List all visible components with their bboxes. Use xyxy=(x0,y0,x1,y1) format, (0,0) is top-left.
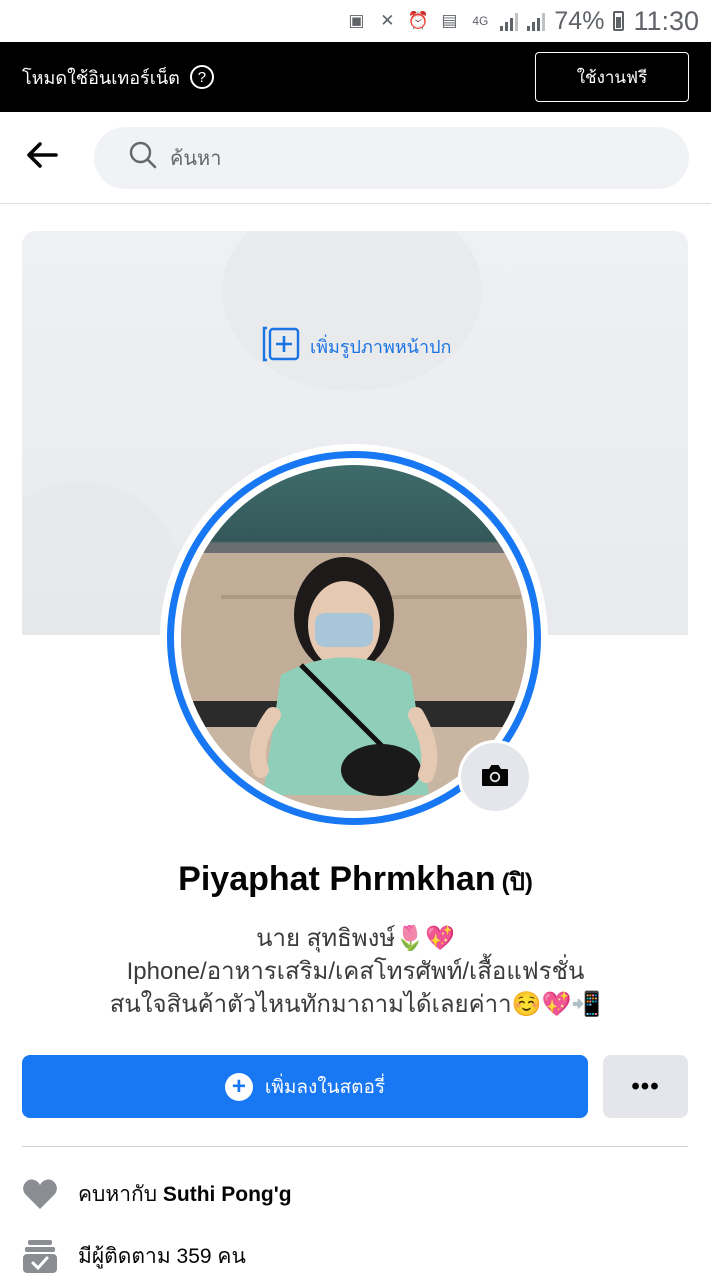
profile-alternate-name: (ปิ) xyxy=(501,869,533,896)
add-photo-icon xyxy=(260,324,302,369)
bio-line: นาย สุทธิพงษ์🌷💖 xyxy=(256,925,455,952)
add-to-story-label: เพิ่มลงในสตอรี่ xyxy=(264,1076,386,1098)
bio-line: Iphone/อาหารเสริม/เคสโทรศัพท์/เสื้อแฟรชั… xyxy=(126,958,585,985)
signal-2-icon xyxy=(527,11,546,31)
relationship-text: คบหากับ Suthi Pong'g xyxy=(78,1178,292,1211)
battery-saver-icon: ▣ xyxy=(348,11,365,30)
clock: 11:30 xyxy=(633,5,699,36)
relationship-row[interactable]: คบหากับ Suthi Pong'g xyxy=(22,1176,292,1212)
relationship-partner[interactable]: Suthi Pong'g xyxy=(163,1183,292,1206)
free-mode-info: โหมดใช้อินเทอร์เน็ต ? xyxy=(22,63,214,92)
heart-icon xyxy=(22,1176,58,1212)
add-cover-label: เพิ่มรูปภาพหน้าปก xyxy=(310,337,452,357)
search-input[interactable]: ค้นหา xyxy=(94,126,689,189)
profile-name-row: Piyaphat Phrmkhan (ปิ) xyxy=(0,860,711,901)
bio-line: สนใจสินค้าตัวไหนทักมาถามได้เลยค่าา☺️💖📲 xyxy=(109,991,602,1018)
followers-icon xyxy=(22,1238,58,1274)
use-free-button[interactable]: ใช้งานฟรี xyxy=(535,52,689,102)
section-divider xyxy=(22,1146,688,1147)
profile-bio: นาย สุทธิพงษ์🌷💖 Iphone/อาหารเสริม/เคสโทร… xyxy=(0,922,711,1021)
followers-row[interactable]: มีผู้ติดตาม 359 คน xyxy=(22,1238,246,1274)
cover-ghost-shape xyxy=(22,481,182,635)
battery-icon xyxy=(613,11,625,31)
search-icon xyxy=(128,140,158,175)
add-cover-photo-button[interactable]: เพิ่มรูปภาพหน้าปก xyxy=(260,324,451,369)
battery-percent: 74% xyxy=(554,6,605,35)
network-type-icon: 4G xyxy=(472,14,489,28)
change-profile-picture-button[interactable] xyxy=(458,740,532,814)
sim-icon: ▤ xyxy=(441,11,458,30)
search-header: ค้นหา xyxy=(0,112,711,204)
plus-circle-icon: + xyxy=(224,1072,253,1101)
free-mode-bar: โหมดใช้อินเทอร์เน็ต ? ใช้งานฟรี xyxy=(0,42,711,112)
free-mode-label: โหมดใช้อินเทอร์เน็ต xyxy=(22,67,180,88)
mute-icon: ✕ xyxy=(380,11,395,30)
alarm-icon: ⏰ xyxy=(407,11,429,30)
add-to-story-button[interactable]: + เพิ่มลงในสตอรี่ xyxy=(22,1055,588,1118)
profile-name: Piyaphat Phrmkhan xyxy=(178,860,496,898)
followers-count: มีผู้ติดตาม 359 คน xyxy=(78,1244,246,1268)
more-options-button[interactable]: ••• xyxy=(603,1055,688,1118)
arrow-left-icon xyxy=(26,141,58,174)
search-placeholder: ค้นหา xyxy=(170,147,222,170)
relationship-prefix: คบหากับ xyxy=(78,1182,158,1206)
camera-icon xyxy=(480,762,510,793)
status-bar: ▣ ✕ ⏰ ▤ 4G 74% 11:30 xyxy=(0,0,711,42)
back-button[interactable] xyxy=(26,136,70,180)
help-icon[interactable]: ? xyxy=(189,65,214,89)
signal-1-icon xyxy=(500,11,519,31)
